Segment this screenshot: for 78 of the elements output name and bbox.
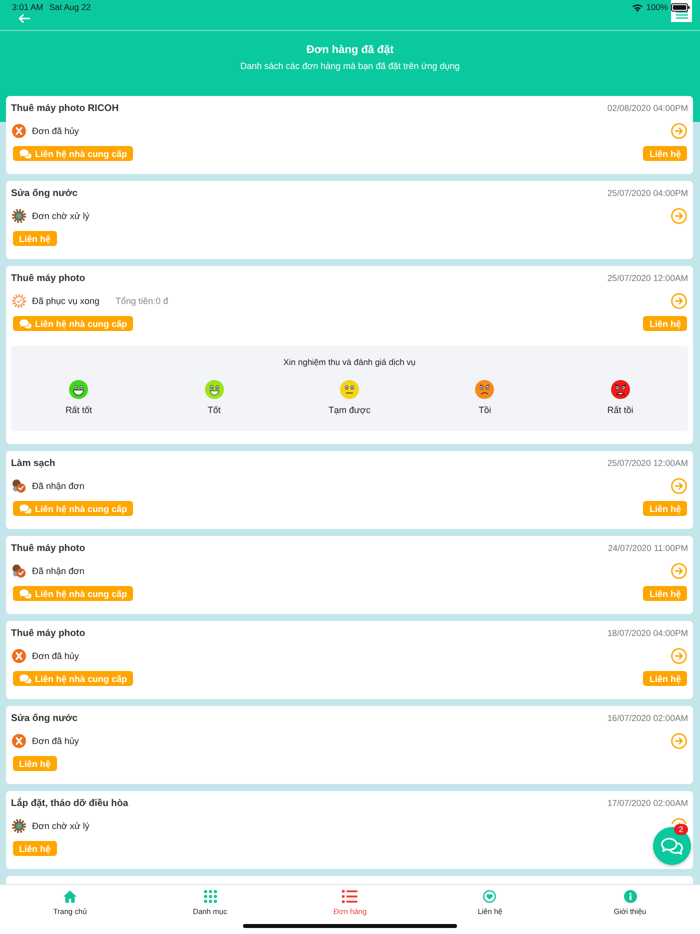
wifi-icon [632, 4, 644, 12]
order-date: 24/07/2020 11:00PM [608, 543, 688, 553]
contact-button[interactable]: Liên hệ [643, 316, 687, 331]
list-icon [342, 890, 358, 903]
order-status: Đơn đã hủy [32, 651, 79, 661]
order-status: Đã nhận đơn [32, 481, 84, 491]
contact-button[interactable]: Liên hệ [13, 231, 57, 246]
arrow-circle-icon[interactable] [671, 648, 687, 664]
check-circles-icon [12, 564, 26, 578]
chat-icon [19, 674, 32, 684]
contact-supplier-button[interactable]: Liên hệ nhà cung cấp [13, 146, 134, 161]
order-date: 16/07/2020 02:00AM [607, 713, 688, 723]
order-status: Đã nhận đơn [32, 566, 84, 576]
arrow-circle-icon[interactable] [671, 563, 687, 579]
gear-icon [12, 819, 26, 833]
order-date: 25/07/2020 04:00PM [607, 188, 688, 198]
grid-icon [204, 890, 216, 903]
chat-icon [19, 318, 32, 328]
contact-button[interactable]: Liên hệ [643, 501, 687, 516]
order-date: 25/07/2020 12:00AM [607, 273, 688, 283]
contact-supplier-button[interactable]: Liên hệ nhà cung cấp [13, 316, 134, 331]
order-title: Thuê máy photo [11, 272, 86, 284]
contact-supplier-button[interactable]: Liên hệ nhà cung cấp [13, 671, 134, 686]
order-date: 17/07/2020 02:00AM [607, 798, 688, 808]
battery-percent: 100% [646, 3, 668, 12]
info-icon [624, 890, 636, 903]
gear-check-icon [12, 294, 26, 308]
x-circle-icon [12, 124, 26, 138]
check-circles-icon [12, 479, 26, 493]
contact-supplier-button[interactable]: Liên hệ nhà cung cấp [13, 586, 134, 601]
arrow-circle-icon[interactable] [671, 208, 687, 224]
arrow-circle-icon[interactable] [671, 478, 687, 494]
order-title: Thuê máy photo RICOH [11, 102, 119, 114]
rating-option[interactable]: Tạm được [328, 380, 370, 416]
order-date: 18/07/2020 04:00PM [607, 628, 688, 638]
order-status: Đơn chờ xử lý [32, 211, 90, 221]
order-title: Sửa ống nước [11, 188, 78, 198]
order-date: 02/08/2020 04:00PM [607, 103, 688, 113]
contact-button[interactable]: Liên hệ [13, 756, 57, 771]
order-status: Đơn chờ xử lý [32, 821, 90, 831]
contact-supplier-button[interactable]: Liên hệ nhà cung cấp [13, 501, 134, 516]
order-title: Làm sạch [11, 458, 56, 468]
page-title: Đơn hàng đã đặt [306, 44, 394, 57]
order-title: Thuê máy photo [11, 628, 86, 638]
rating-option[interactable]: Tồi [475, 380, 494, 416]
x-circle-icon [12, 734, 26, 748]
arrow-circle-icon[interactable] [671, 123, 687, 139]
rating-prompt: Xin nghiệm thu và đánh giá dịch vụ [283, 357, 416, 368]
order-title: Thuê máy photo [11, 542, 86, 554]
chat-icon [661, 836, 683, 856]
status-date: Sat Aug 22 [49, 3, 91, 12]
rating-option[interactable]: Rất tốt [65, 380, 92, 416]
chat-icon [19, 148, 32, 158]
order-status: Đơn đã hủy [32, 736, 79, 746]
menu-icon [676, 11, 688, 19]
order-title: Lắp đặt, tháo dỡ điều hòa [11, 798, 128, 808]
chat-icon [19, 504, 32, 514]
arrow-circle-icon[interactable] [671, 733, 687, 749]
order-total: Tổng tiền:0 đ [116, 296, 168, 306]
rating-option[interactable]: Rất tồi [607, 380, 634, 416]
gear-icon [12, 209, 26, 223]
order-status: Đơn đã hủy [32, 126, 79, 136]
arrow-circle-icon[interactable] [671, 293, 687, 309]
chat-icon [19, 588, 32, 598]
page-subtitle: Danh sách các đơn hàng mà bạn đã đặt trên ứng dụng [240, 61, 460, 72]
rating-option[interactable]: Tốt [204, 380, 224, 416]
order-date: 25/07/2020 12:00AM [607, 458, 688, 468]
home-icon [63, 890, 77, 903]
order-title: Sửa ống nước [11, 712, 78, 724]
back-arrow-icon[interactable] [17, 14, 31, 23]
status-time: 3:01 AM [12, 3, 44, 12]
contact-button[interactable]: Liên hệ [643, 146, 687, 161]
x-circle-icon [12, 649, 26, 663]
battery-icon [671, 3, 690, 12]
contact-button[interactable]: Liên hệ [643, 671, 687, 686]
contact-button[interactable]: Liên hệ [13, 841, 57, 856]
contact-button[interactable]: Liên hệ [643, 586, 687, 601]
order-status: Đã phục vụ xong [32, 296, 100, 306]
